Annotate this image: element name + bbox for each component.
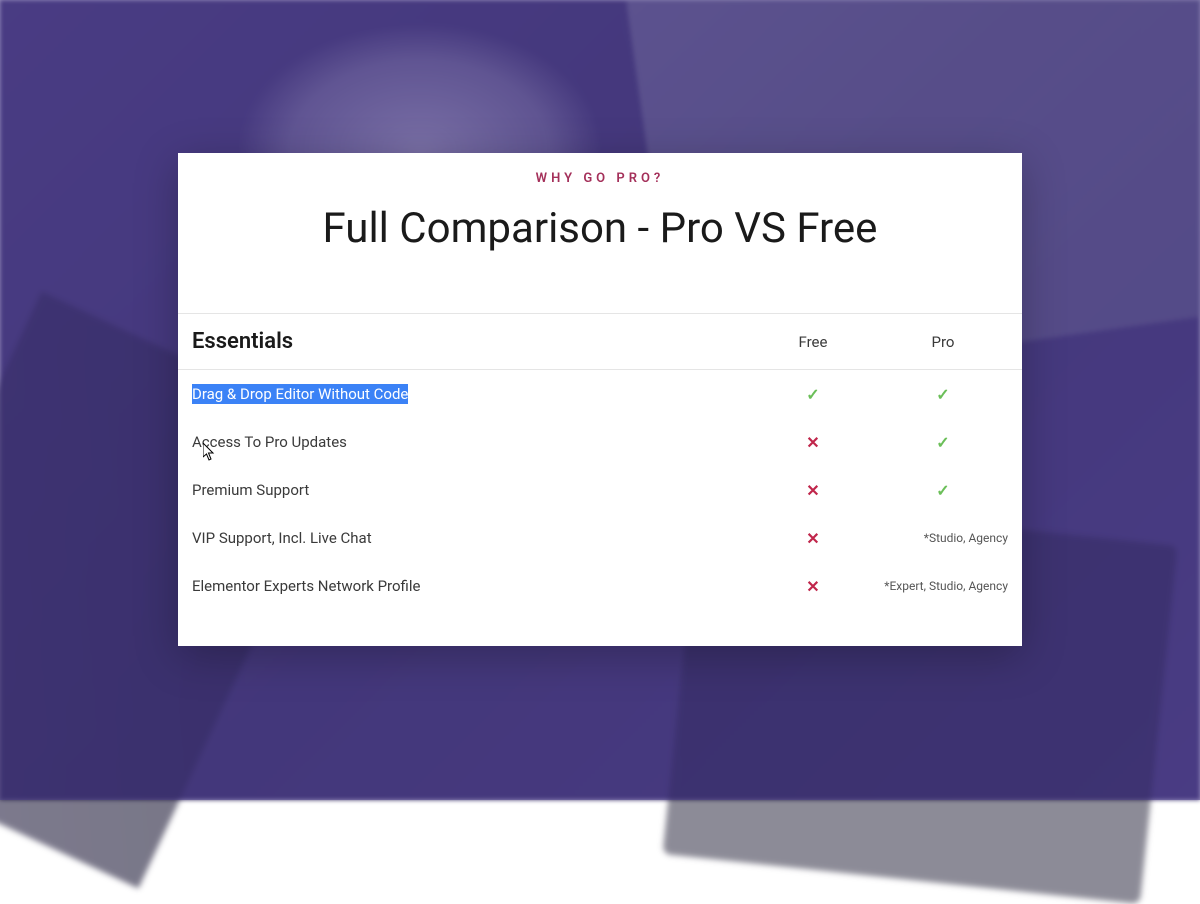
highlighted-text: Drag & Drop Editor Without Code: [192, 384, 408, 404]
cross-icon: ✕: [806, 433, 819, 452]
feature-label: Drag & Drop Editor Without Code: [192, 385, 748, 403]
cell-free: ✕: [748, 577, 878, 596]
cell-free: ✕: [748, 433, 878, 452]
table-header: Essentials Free Pro: [178, 314, 1022, 370]
cross-icon: ✕: [806, 481, 819, 500]
table-row: Elementor Experts Network Profile ✕ *Exper…: [178, 562, 1022, 610]
feature-label: VIP Support, Incl. Live Chat: [192, 529, 748, 547]
cell-free: ✓: [748, 385, 878, 404]
cell-pro: ✓: [878, 385, 1008, 404]
eyebrow-text: WHY GO PRO?: [178, 171, 1022, 186]
column-pro: Pro: [878, 333, 1008, 351]
table-row: Drag & Drop Editor Without Code ✓ ✓: [178, 370, 1022, 418]
section-label: Essentials: [192, 329, 748, 354]
cell-pro-note: *Expert, Studio, Agency: [878, 579, 1008, 593]
cell-free: ✕: [748, 529, 878, 548]
cell-pro-note: *Studio, Agency: [878, 531, 1008, 545]
cross-icon: ✕: [806, 529, 819, 548]
feature-label: Elementor Experts Network Profile: [192, 577, 748, 595]
page-title: Full Comparison - Pro VS Free: [178, 204, 1022, 253]
cross-icon: ✕: [806, 577, 819, 596]
check-icon: ✓: [936, 481, 949, 500]
comparison-card: WHY GO PRO? Full Comparison - Pro VS Fre…: [178, 153, 1022, 646]
cell-pro: ✓: [878, 433, 1008, 452]
table-row: Premium Support ✕ ✓: [178, 466, 1022, 514]
feature-label: Access To Pro Updates: [192, 433, 748, 451]
check-icon: ✓: [936, 385, 949, 404]
check-icon: ✓: [806, 385, 819, 404]
check-icon: ✓: [936, 433, 949, 452]
cell-free: ✕: [748, 481, 878, 500]
table-row: Access To Pro Updates ✕ ✓: [178, 418, 1022, 466]
feature-label: Premium Support: [192, 481, 748, 499]
cell-pro: ✓: [878, 481, 1008, 500]
column-free: Free: [748, 333, 878, 351]
comparison-table: Essentials Free Pro Drag & Drop Editor W…: [178, 313, 1022, 610]
table-row: VIP Support, Incl. Live Chat ✕ *Studio, Ag…: [178, 514, 1022, 562]
